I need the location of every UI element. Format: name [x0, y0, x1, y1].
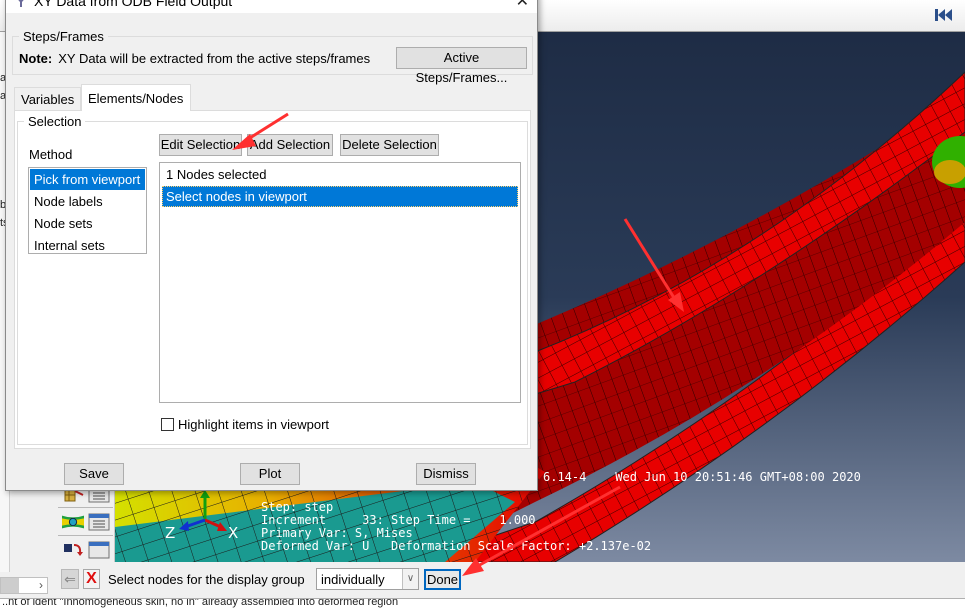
- elements-nodes-panel: Selection Method Pick from viewport Node…: [14, 110, 531, 449]
- method-item-node-sets[interactable]: Node sets: [30, 213, 145, 234]
- highlight-items-checkbox[interactable]: [161, 418, 174, 431]
- selection-mode-value: individually: [321, 572, 385, 587]
- close-icon[interactable]: ✕: [516, 0, 529, 11]
- toolbox-row: [58, 510, 113, 536]
- scrollbar-thumb[interactable]: [1, 578, 19, 593]
- message-area: ..nt of ident "Inhomogeneous skin, no in…: [0, 598, 965, 608]
- scroll-right-arrow-icon[interactable]: ›: [39, 578, 43, 592]
- steps-frames-legend: Steps/Frames: [23, 29, 104, 44]
- note-label: Note:: [19, 51, 53, 66]
- method-list[interactable]: Pick from viewport Node labels Node sets…: [28, 167, 147, 254]
- dialog-title: XY Data from ODB Field Output: [34, 0, 233, 9]
- toolbox: [50, 480, 115, 562]
- save-button[interactable]: Save: [64, 463, 124, 485]
- selection-list-row[interactable]: Select nodes in viewport: [162, 186, 518, 207]
- method-item-internal-sets[interactable]: Internal sets: [30, 235, 145, 256]
- prompt-text: Select nodes for the display group: [108, 572, 305, 587]
- add-selection-button[interactable]: Add Selection: [247, 134, 333, 156]
- active-steps-frames-button[interactable]: Active Steps/Frames...: [396, 47, 527, 85]
- tree-horizontal-scrollbar[interactable]: ›: [0, 577, 48, 594]
- first-frame-icon[interactable]: [935, 9, 953, 21]
- selection-legend: Selection: [28, 114, 82, 129]
- xy-data-dialog: XY Data from ODB Field Output ✕ Steps/Fr…: [5, 0, 538, 491]
- note-text: Note: XY Data will be extracted from the …: [19, 51, 370, 66]
- contour-plot-icon[interactable]: [62, 513, 84, 531]
- state-block-line: Deformed Var: U Deformation Scale Factor…: [261, 539, 652, 553]
- note-body: XY Data will be extracted from the activ…: [58, 51, 371, 66]
- previous-step-button[interactable]: ⇐: [61, 569, 79, 589]
- plot-button[interactable]: Plot: [240, 463, 300, 485]
- contour-options-icon[interactable]: [88, 513, 110, 531]
- cancel-procedure-button[interactable]: X: [83, 569, 100, 589]
- message-text: ..nt of ident "Inhomogeneous skin, no in…: [2, 598, 399, 608]
- tab-variables[interactable]: Variables: [14, 87, 81, 110]
- method-item-node-labels[interactable]: Node labels: [30, 191, 145, 212]
- triad-z-label: Z: [165, 524, 175, 542]
- tab-elements-nodes[interactable]: Elements/Nodes: [81, 84, 191, 111]
- dialog-titlebar[interactable]: XY Data from ODB Field Output ✕: [6, 0, 537, 13]
- funnel-icon: [18, 0, 24, 7]
- done-button[interactable]: Done: [424, 569, 461, 590]
- method-label: Method: [29, 147, 73, 162]
- method-item-pick-from-viewport[interactable]: Pick from viewport: [30, 169, 145, 190]
- animate-icon[interactable]: [63, 541, 85, 559]
- toolbox-row: [58, 538, 113, 564]
- selection-mode-select[interactable]: individually ∨: [316, 568, 419, 590]
- highlight-items-label: Highlight items in viewport: [178, 417, 330, 432]
- selection-list-row[interactable]: 1 Nodes selected: [162, 164, 518, 185]
- prompt-area: ⇐ X Select nodes for the display group i…: [55, 564, 965, 594]
- edit-selection-button[interactable]: Edit Selection: [159, 134, 242, 156]
- dismiss-button[interactable]: Dismiss: [416, 463, 476, 485]
- triad-x-label: X: [228, 524, 238, 542]
- chevron-down-icon[interactable]: ∨: [402, 569, 418, 589]
- animation-options-icon[interactable]: [88, 541, 110, 559]
- selection-list[interactable]: 1 Nodes selected Select nodes in viewpor…: [159, 162, 521, 403]
- highlight-items-checkbox-row[interactable]: Highlight items in viewport: [161, 417, 329, 432]
- delete-selection-button[interactable]: Delete Selection: [340, 134, 439, 156]
- version-date-stamp: 6.14-4 Wed Jun 10 20:51:46 GMT+08:00 202…: [543, 470, 861, 484]
